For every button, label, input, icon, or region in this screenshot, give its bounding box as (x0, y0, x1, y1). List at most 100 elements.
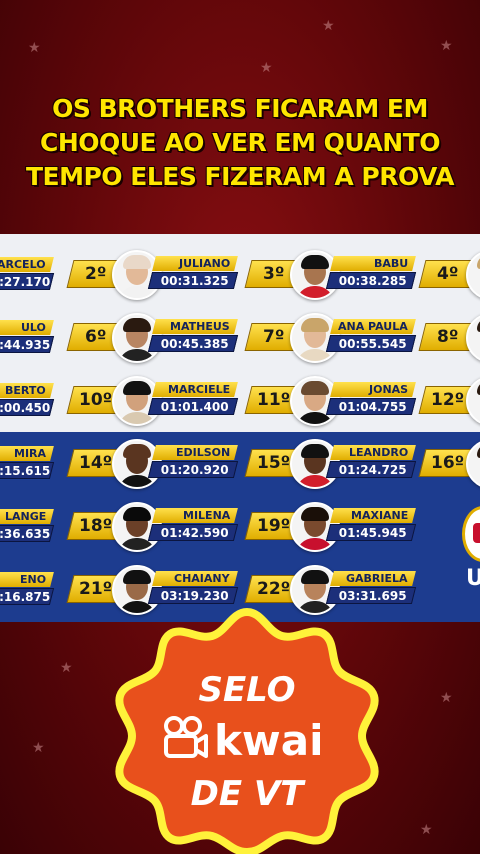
time-plate: 01:42.590 (147, 524, 239, 541)
name-label: EDILSON (175, 446, 230, 459)
name-label: CHAIANY (174, 572, 230, 585)
star-icon: ★ (420, 822, 433, 838)
name-label: JONAS (368, 383, 408, 396)
rank-label: 11º (257, 390, 291, 410)
star-icon: ★ (60, 660, 73, 676)
time-plate: 00:45.385 (147, 335, 239, 352)
time-plate: 03:31.695 (325, 587, 417, 604)
name-plate: MAXIANE (330, 508, 416, 523)
name-plate: MATHEUS (152, 319, 238, 334)
name-label: ENO (19, 573, 46, 586)
ranking-board: ARCELO 0:27.170 ULO 0:44.935 BERTO 1:00.… (0, 234, 480, 622)
name-label: LANGE (4, 510, 46, 523)
time-label: 01:24.725 (338, 463, 407, 477)
time-label: 01:45.945 (338, 526, 407, 540)
rank-label: 3º (263, 264, 285, 284)
partial-entry: LANGE 1:36.635 (0, 503, 58, 549)
name-plate: JULIANO (152, 256, 238, 271)
name-plate: LEANDRO (330, 445, 416, 460)
partial-entry: ARCELO 0:27.170 (0, 251, 58, 297)
rank-label: 16º (431, 453, 465, 473)
time-label: 1:00.450 (0, 401, 51, 415)
partial-entry: 12º (418, 376, 480, 426)
kwai-logo: kwai (162, 716, 342, 768)
ranking-entry: 11º JONAS 01:04.755 (244, 376, 418, 426)
ranking-entry: 2º JULIANO 00:31.325 (66, 250, 240, 300)
name-label: BABU (373, 257, 408, 270)
time-label: 01:42.590 (160, 526, 229, 540)
time-plate: 2:16.875 (0, 588, 55, 605)
name-plate: ULO (0, 320, 54, 335)
headline-line-3: TEMPO ELES FIZERAM A PROVA (25, 162, 455, 191)
time-label: 2:16.875 (0, 590, 51, 604)
kwai-wordmark: kwai (214, 716, 324, 765)
name-plate: MARCIELE (152, 382, 238, 397)
rank-label: 21º (79, 579, 113, 599)
time-plate: 00:31.325 (147, 272, 239, 289)
avatar (466, 376, 480, 426)
time-label: 00:45.385 (160, 337, 229, 351)
ranking-entry: 10º MARCIELE 01:01.400 (66, 376, 240, 426)
partial-entry: 16º (418, 439, 480, 489)
name-label: MIRA (13, 447, 46, 460)
ranking-entry: 14º EDILSON 01:20.920 (66, 439, 240, 489)
rank-label: 8º (437, 327, 459, 347)
seal-title: SELO (198, 670, 296, 710)
name-label: LEANDRO (348, 446, 408, 459)
time-plate: 01:24.725 (325, 461, 417, 478)
time-plate: 01:45.945 (325, 524, 417, 541)
time-plate: 0:27.170 (0, 273, 55, 290)
ranking-entry: 18º MILENA 01:42.590 (66, 502, 240, 552)
headline: OS BROTHERS FICARAM EM CHOQUE AO VER EM … (20, 92, 460, 194)
name-plate: ENO (0, 572, 54, 587)
avatar (466, 313, 480, 363)
rank-label: 6º (85, 327, 107, 347)
rank-label: 12º (431, 390, 465, 410)
name-plate: EDILSON (152, 445, 238, 460)
name-plate: MILENA (152, 508, 238, 523)
name-plate: JONAS (330, 382, 416, 397)
seal-subtitle: DE VT (190, 774, 304, 814)
star-icon: ★ (32, 740, 45, 756)
time-plate: 0:44.935 (0, 336, 55, 353)
partial-entry: 8º (418, 313, 480, 363)
name-label: BERTO (5, 384, 46, 397)
kwai-seal-badge: SELO kwai DE VT (112, 604, 382, 854)
kwai-camera-icon (164, 716, 208, 758)
partial-entry: MIRA 1:15.615 (0, 440, 58, 486)
time-label: 01:04.755 (338, 400, 407, 414)
name-label: MAXIANE (350, 509, 408, 522)
rank-label: 19º (257, 516, 291, 536)
time-label: 00:38.285 (338, 274, 407, 288)
partial-entry: ENO 2:16.875 (0, 566, 58, 612)
name-plate: GABRIELA (330, 571, 416, 586)
partial-entry: BERTO 1:00.450 (0, 377, 58, 423)
name-label: MATHEUS (170, 320, 230, 333)
rank-label: 2º (85, 264, 107, 284)
time-plate: 1:00.450 (0, 399, 55, 416)
name-plate: CHAIANY (152, 571, 238, 586)
avatar (466, 439, 480, 489)
ranking-entry: 3º BABU 00:38.285 (244, 250, 418, 300)
time-label: 03:19.230 (160, 589, 229, 603)
star-icon: ★ (28, 40, 41, 56)
ranking-entry: 15º LEANDRO 01:24.725 (244, 439, 418, 489)
name-label: ANA PAULA (338, 320, 408, 333)
star-icon: ★ (322, 18, 335, 34)
name-label: GABRIELA (346, 572, 408, 585)
name-label: MARCIELE (167, 383, 230, 396)
ranking-entry: 7º ANA PAULA 00:55.545 (244, 313, 418, 363)
avatar (466, 250, 480, 300)
rank-label: 10º (79, 390, 113, 410)
name-label: JULIANO (178, 257, 230, 270)
headline-line-1: OS BROTHERS FICARAM EM (52, 94, 428, 123)
time-label: 01:01.400 (160, 400, 229, 414)
time-plate: 00:38.285 (325, 272, 417, 289)
star-icon: ★ (440, 38, 453, 54)
name-plate: ARCELO (0, 257, 54, 272)
name-plate: BERTO (0, 383, 54, 398)
star-icon: ★ (440, 690, 453, 706)
rank-label: 22º (257, 579, 291, 599)
time-label: 03:31.695 (338, 589, 407, 603)
rank-label: 7º (263, 327, 285, 347)
